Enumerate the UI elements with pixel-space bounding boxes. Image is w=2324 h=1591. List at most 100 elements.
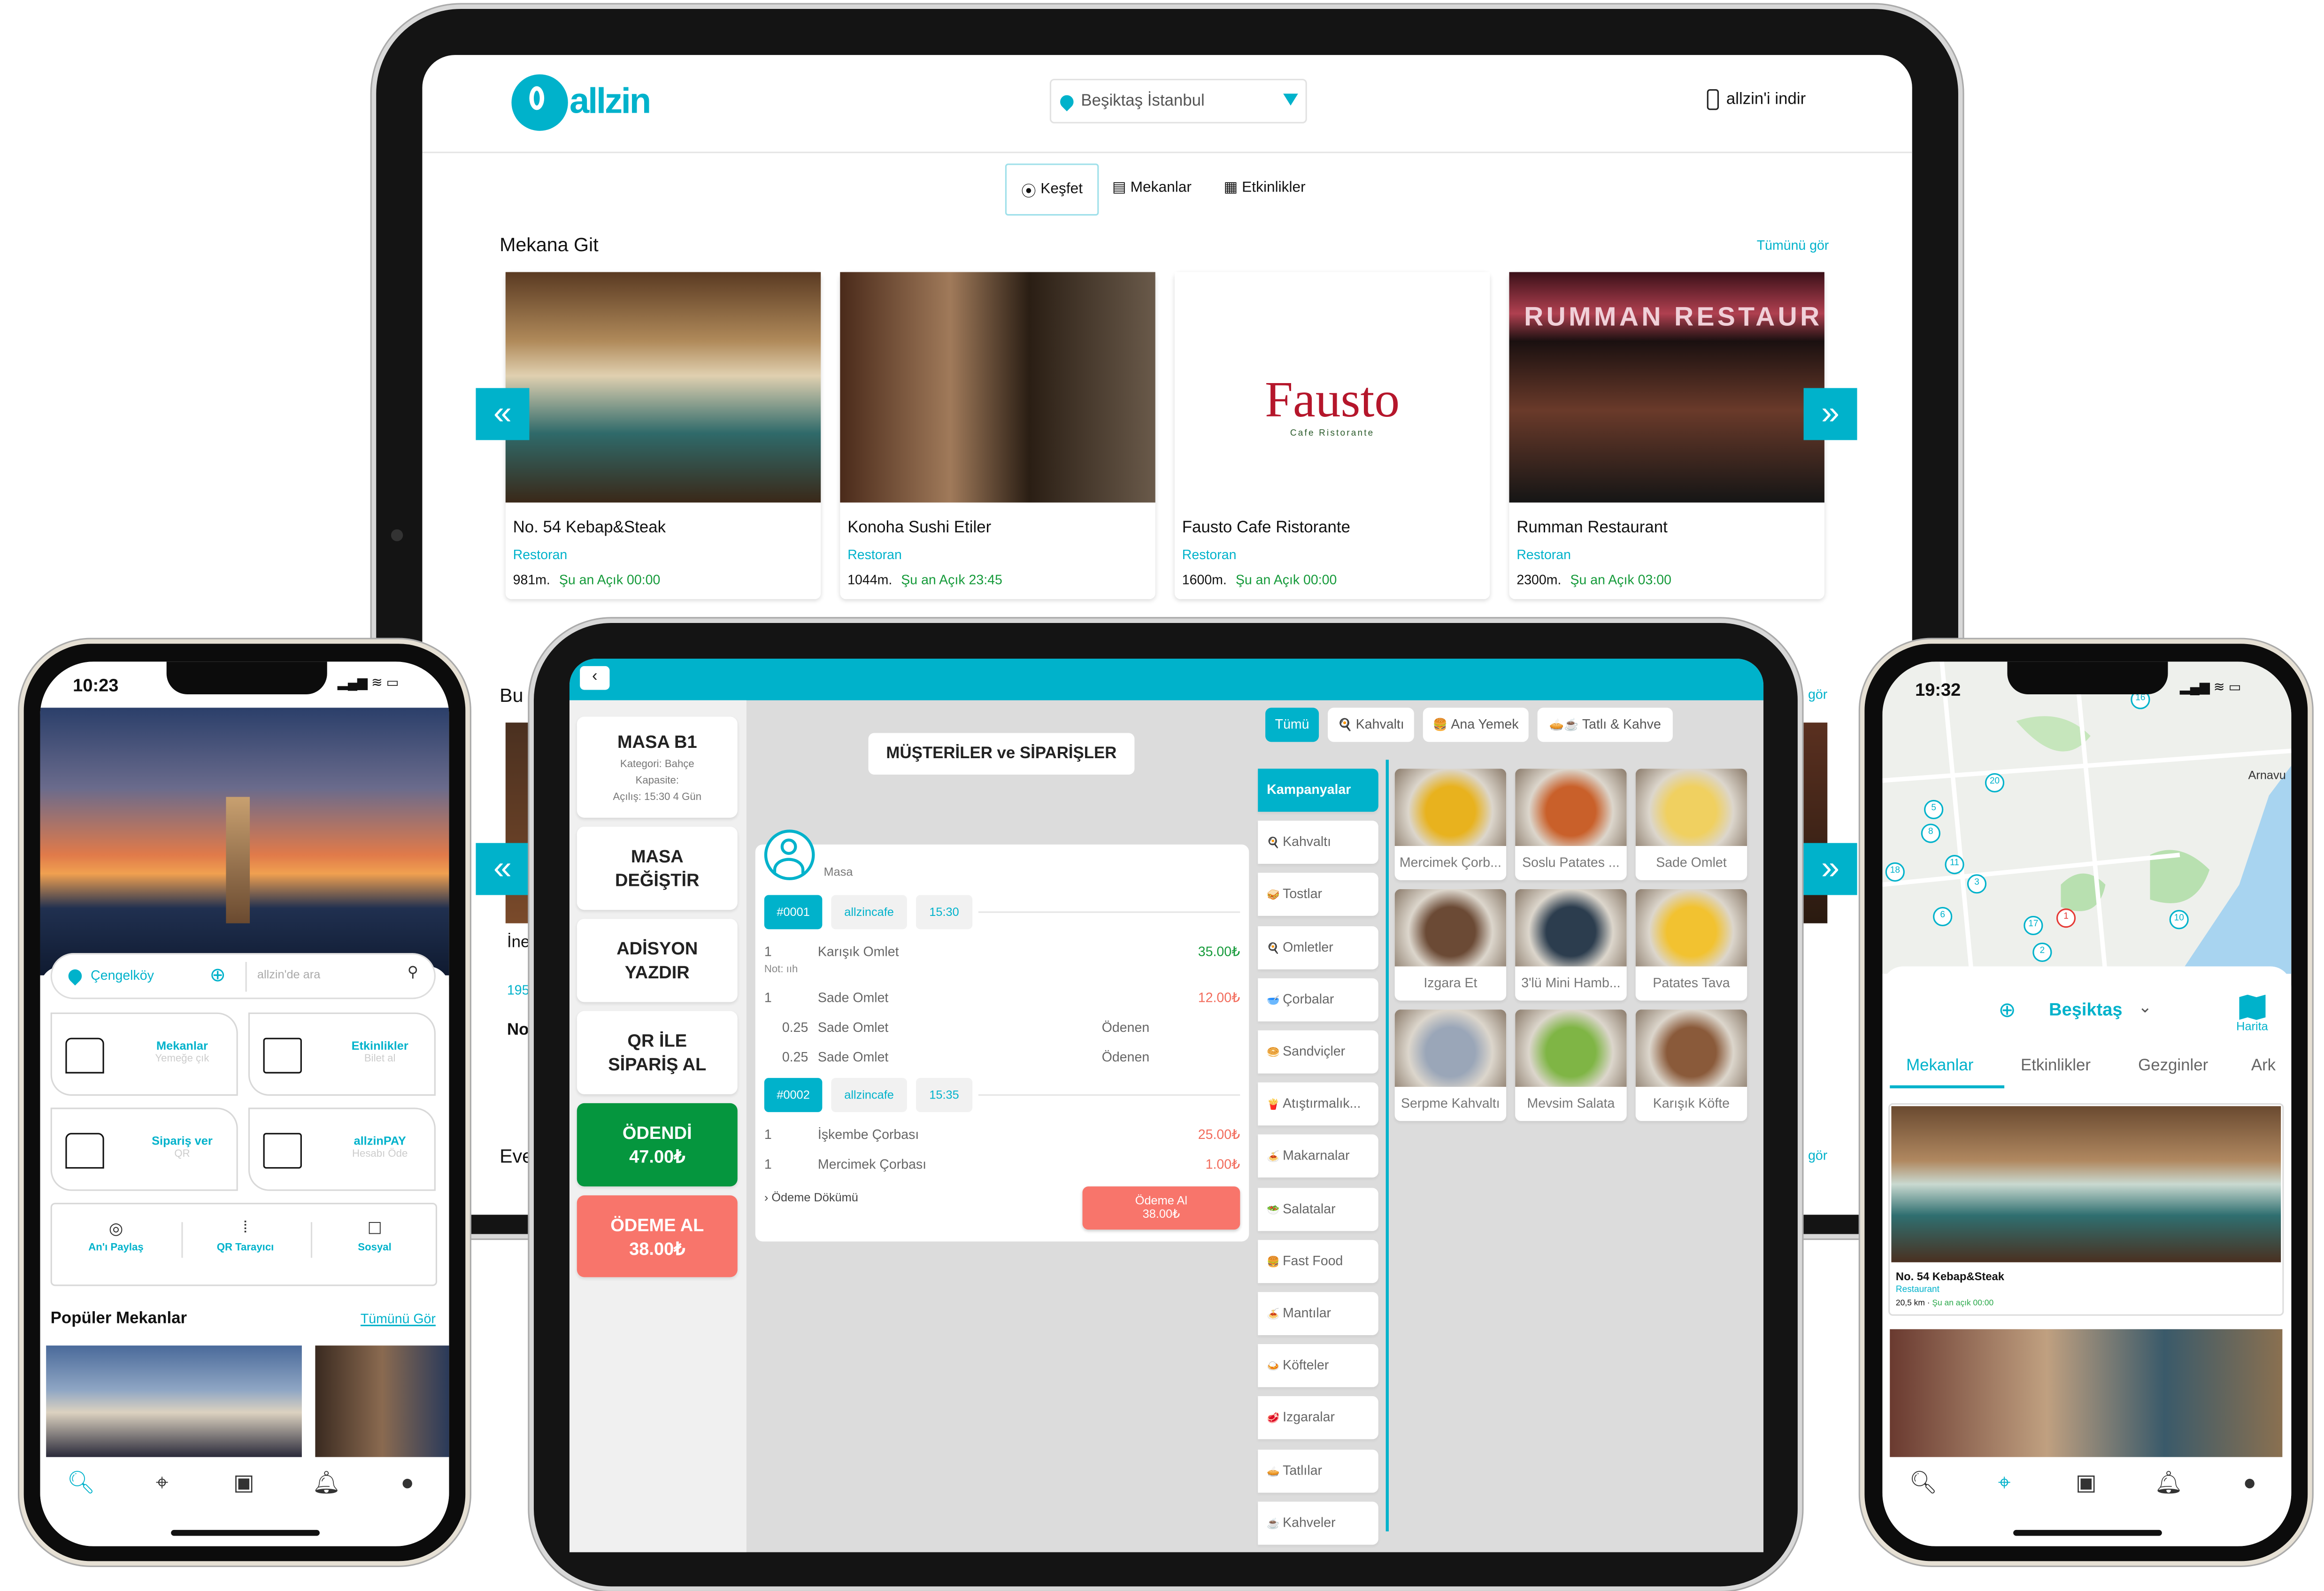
feature-tile[interactable]: Etkinlikler Bilet al	[248, 1012, 436, 1096]
product-card[interactable]: Soslu Patates ...	[1515, 769, 1627, 880]
chevron-down-icon[interactable]: ⌄	[2138, 998, 2152, 1017]
location-select[interactable]: Beşiktaş İstanbul	[1049, 78, 1307, 123]
product-card[interactable]: Mevsim Salata	[1515, 1009, 1627, 1121]
download-app-link[interactable]: allzin'i indir	[1707, 89, 1806, 110]
category-item[interactable]: 🥩 Izgaralar	[1258, 1397, 1378, 1440]
bell-icon[interactable]: 🔔︎	[312, 1470, 340, 1497]
search-bar[interactable]: Çengelköy ⊕ allzin'de ara ⚲	[50, 953, 436, 999]
print-bill-button[interactable]: ADİSYON YAZDIR	[577, 919, 738, 1002]
category-item[interactable]: 🥪 Tostlar	[1258, 873, 1378, 917]
category-scrollbar[interactable]	[1385, 760, 1389, 1532]
product-card[interactable]: Patates Tava	[1635, 889, 1747, 1001]
map-marker[interactable]: 18	[1885, 862, 1905, 882]
product-card[interactable]: Sade Omlet	[1635, 769, 1747, 880]
avatar-icon[interactable]: ●	[394, 1470, 421, 1497]
tab-etkinlikler[interactable]: ▦ Etkinlikler	[1224, 180, 1305, 196]
product-card[interactable]: Karışık Köfte	[1635, 1009, 1747, 1121]
carousel-prev-button-2[interactable]: «	[476, 843, 530, 895]
map-pin-icon[interactable]: ⌖	[149, 1470, 176, 1497]
map-marker[interactable]: 1	[2056, 908, 2076, 928]
venue-card-image[interactable]	[1890, 1329, 2283, 1457]
paid-button[interactable]: ÖDENDİ 47.00₺	[577, 1103, 738, 1187]
location-value[interactable]: Çengelköy	[91, 968, 154, 983]
filter-chip[interactable]: Tümü	[1265, 707, 1319, 742]
quick-action[interactable]: ☐ Sosyal	[311, 1219, 439, 1253]
back-button[interactable]: ‹	[580, 666, 610, 690]
venue-card[interactable]: Fausto Cafe Ristorante Fausto Cafe Ristora…	[1174, 272, 1490, 600]
filter-chip[interactable]: 🥧☕ Tatlı & Kahve	[1537, 707, 1673, 742]
product-card[interactable]: Mercimek Çorb...	[1394, 769, 1507, 880]
feature-tile[interactable]: Sipariş ver QR	[50, 1107, 238, 1191]
product-card[interactable]: Serpme Kahvaltı	[1394, 1009, 1507, 1121]
wallet-icon[interactable]: ▣	[231, 1470, 257, 1497]
filter-chip[interactable]: 🍳 Kahvaltı	[1328, 707, 1414, 742]
popular-venue-image[interactable]	[315, 1345, 449, 1457]
category-item[interactable]: 🍝 Makarnalar	[1258, 1135, 1378, 1178]
locate-icon[interactable]: ⊕	[210, 963, 226, 987]
map-button[interactable]: Harita	[2236, 994, 2268, 1033]
category-item[interactable]: 🥣 Çorbalar	[1258, 978, 1378, 1022]
quick-action[interactable]: ◎ An'ı Paylaş	[52, 1219, 180, 1253]
tab-mekanlar[interactable]: Mekanlar	[1906, 1057, 1973, 1075]
category-item[interactable]: ☕ Kahveler	[1258, 1501, 1378, 1545]
map-marker[interactable]: 17	[2024, 915, 2043, 936]
see-all-link-2[interactable]: gör	[1808, 687, 1827, 702]
see-all-link-3[interactable]: gör	[1808, 1148, 1827, 1163]
map-marker[interactable]: 6	[1933, 907, 1953, 927]
category-item[interactable]: 🍳 Kahvaltı	[1258, 821, 1378, 864]
avatar-icon[interactable]: ●	[2236, 1470, 2263, 1497]
take-payment-button[interactable]: Ödeme Al 38.00₺	[1082, 1186, 1240, 1230]
venue-card[interactable]: No. 54 Kebap&Steak Restoran 981m. Şu an Açı…	[505, 272, 821, 600]
logo[interactable]: allzin	[511, 74, 651, 131]
carousel-next-button-2[interactable]: »	[1803, 843, 1857, 895]
location-select[interactable]: Beşiktaş	[2049, 999, 2122, 1020]
order-number-badge[interactable]: #0002	[764, 1078, 823, 1112]
category-item[interactable]: Kampanyalar	[1258, 769, 1378, 812]
filter-chip[interactable]: 🍔 Ana Yemek	[1423, 707, 1529, 742]
category-item[interactable]: 🥧 Tatlılar	[1258, 1449, 1378, 1492]
tab-mekanlar[interactable]: ▤ Mekanlar	[1112, 180, 1192, 196]
product-card[interactable]: Izgara Et	[1394, 889, 1507, 1001]
carousel-next-button[interactable]: »	[1803, 388, 1857, 440]
map-marker[interactable]: 10	[2169, 910, 2189, 930]
quick-action[interactable]: ⦙ QR Tarayıcı	[181, 1219, 309, 1253]
change-table-button[interactable]: MASA DEĞİŞTİR	[577, 826, 738, 910]
category-item[interactable]: 🍔 Fast Food	[1258, 1239, 1378, 1283]
popular-venue-image[interactable]	[46, 1345, 302, 1457]
category-item[interactable]: 🍛 Köfteler	[1258, 1344, 1378, 1388]
search-icon[interactable]: ⚲	[408, 965, 418, 981]
search-input[interactable]: allzin'de ara	[257, 968, 320, 982]
popular-see-all[interactable]: Tümünü Gör	[361, 1311, 436, 1326]
map-view[interactable]	[1882, 661, 2292, 974]
qr-order-button[interactable]: QR İLE SİPARİŞ AL	[577, 1011, 738, 1094]
tab-kesfet[interactable]: ⦿ Keşfet	[1005, 163, 1099, 216]
search-icon[interactable]: 🔍︎	[67, 1470, 95, 1497]
map-marker[interactable]: 3	[1967, 874, 1987, 894]
category-item[interactable]: 🍝 Mantılar	[1258, 1292, 1378, 1335]
tab-etkinlikler[interactable]: Etkinlikler	[2021, 1057, 2091, 1075]
category-item[interactable]: 🥗 Salatalar	[1258, 1187, 1378, 1230]
venue-card[interactable]: RUMMAN RESTAUR Rumman Restaurant Restoran 2…	[1509, 272, 1824, 600]
map-marker[interactable]: 2	[2032, 942, 2052, 962]
map-pin-icon[interactable]: ⌖	[1991, 1470, 2018, 1497]
venue-card[interactable]: No. 54 Kebap&Steak Restaurant 20,5 km · …	[1888, 1103, 2284, 1316]
venue-card[interactable]: Konoha Sushi Etiler Restoran 1044m. Şu an A…	[840, 272, 1155, 600]
order-number-badge[interactable]: #0001	[764, 895, 823, 930]
tab-gezginler[interactable]: Gezginler	[2138, 1057, 2208, 1075]
map-marker[interactable]: 11	[1945, 855, 1964, 875]
product-card[interactable]: 3'lü Mini Hamb...	[1515, 889, 1627, 1001]
locate-icon[interactable]: ⊕	[1998, 998, 2016, 1023]
category-item[interactable]: 🥯 Sandviçler	[1258, 1030, 1378, 1074]
feature-tile[interactable]: Mekanlar Yemeğe çık	[50, 1012, 238, 1096]
category-item[interactable]: 🍟 Atıştırmalık...	[1258, 1083, 1378, 1126]
category-item[interactable]: 🍳 Omletler	[1258, 925, 1378, 969]
search-icon[interactable]: 🔍︎	[1909, 1470, 1937, 1497]
map-marker[interactable]: 20	[1985, 773, 2005, 793]
map-marker[interactable]: 8	[1921, 823, 1940, 843]
carousel-prev-button[interactable]: «	[476, 388, 530, 440]
payment-breakdown-toggle[interactable]: › Ödeme Dökümü	[764, 1191, 858, 1205]
collect-payment-button[interactable]: ÖDEME AL 38.00₺	[577, 1195, 738, 1277]
wallet-icon[interactable]: ▣	[2073, 1470, 2100, 1497]
see-all-link[interactable]: Tümünü gör	[1757, 238, 1829, 253]
bell-icon[interactable]: 🔔︎	[2155, 1470, 2183, 1497]
